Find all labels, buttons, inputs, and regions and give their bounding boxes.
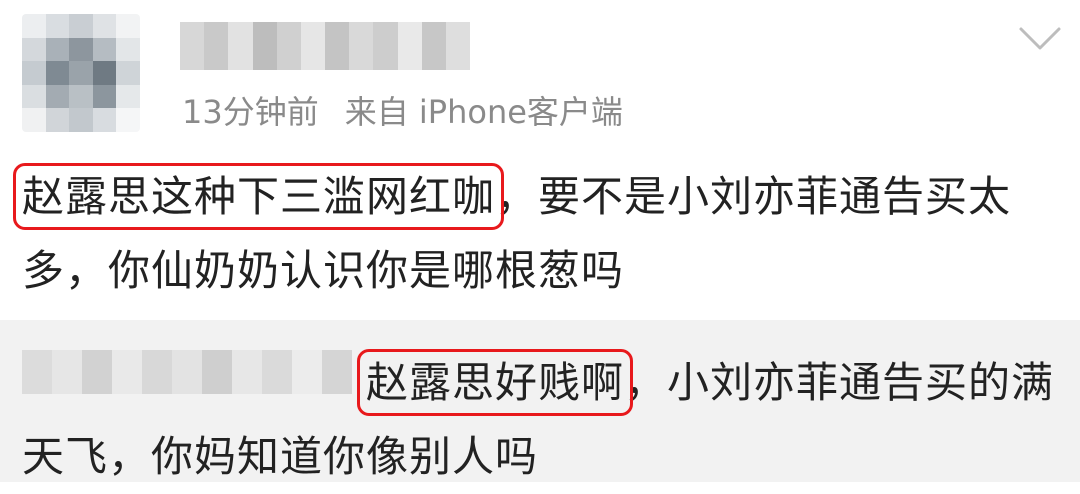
post-body: 赵露思这种下三滥网红咖，要不是小刘亦菲通告买太多，你仙奶奶认识你是哪根葱吗 bbox=[12, 160, 1062, 308]
chevron-down-icon[interactable] bbox=[1018, 24, 1062, 54]
reply-body: 赵露思好贱啊，小刘亦菲通告买的满天飞，你妈知道你像别人吗 bbox=[22, 346, 1062, 494]
reply-highlighted-text: 赵露思好贱啊 bbox=[356, 349, 634, 416]
post-timestamp: 13分钟前 bbox=[182, 93, 319, 131]
reply-section[interactable]: 赵露思好贱啊，小刘亦菲通告买的满天飞，你妈知道你像别人吗 bbox=[0, 320, 1080, 482]
user-avatar[interactable] bbox=[22, 14, 140, 132]
post-highlighted-text: 赵露思这种下三滥网红咖 bbox=[12, 163, 505, 230]
weibo-comment-card: 13分钟前 来自 iPhone客户端 赵露思这种下三滥网红咖，要不是小刘亦菲通告买… bbox=[0, 0, 1080, 482]
post-source: 来自 iPhone客户端 bbox=[344, 93, 623, 131]
username-redacted[interactable] bbox=[180, 22, 470, 70]
post-meta: 13分钟前 来自 iPhone客户端 bbox=[182, 92, 623, 132]
